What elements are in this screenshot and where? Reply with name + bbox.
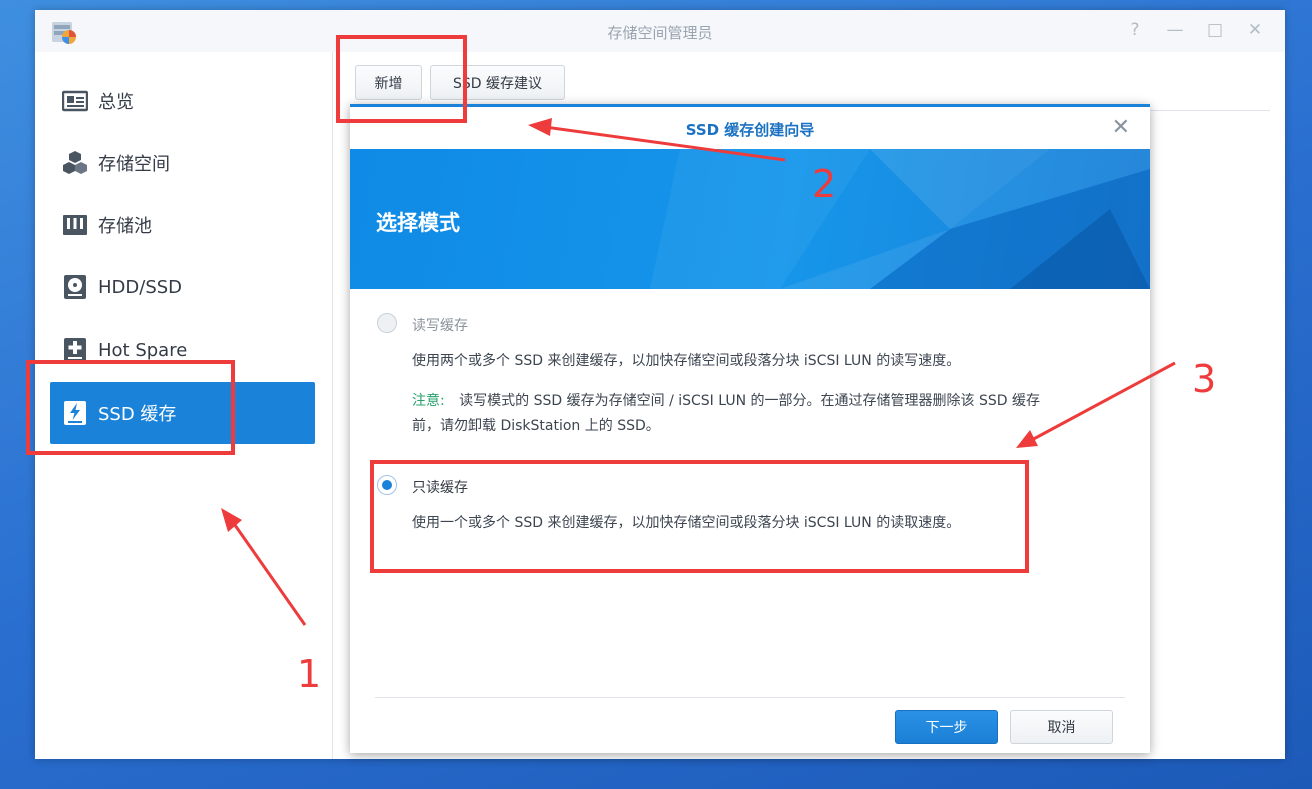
annotation-arrows (221, 118, 1176, 626)
annotation-number-1: 1 (297, 652, 322, 696)
annotation-number-2: 2 (812, 162, 837, 206)
annotation-number-3: 3 (1192, 357, 1217, 401)
